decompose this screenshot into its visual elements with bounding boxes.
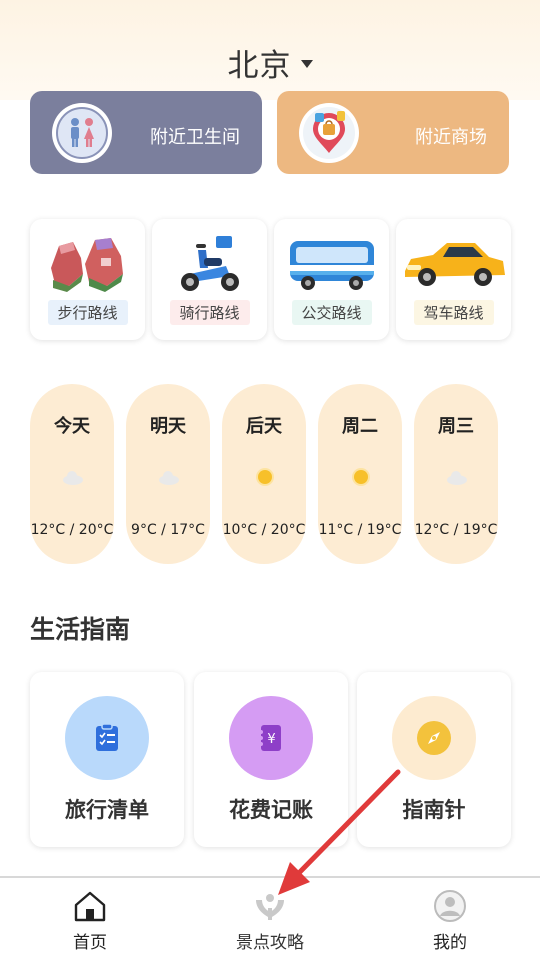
weather-card-today: 今天 12°C / 20°C <box>30 384 114 564</box>
weather-card-tomorrow: 明天 9°C / 17°C <box>126 384 210 564</box>
cloud-icon <box>63 471 83 485</box>
compass-icon <box>392 696 476 780</box>
cycling-route-card[interactable]: 骑行路线 <box>152 219 267 340</box>
mall-pin-icon <box>299 103 359 163</box>
tab-home-label: 首页 <box>73 933 107 953</box>
travel-checklist-card[interactable]: 旅行清单 <box>30 672 184 847</box>
svg-text:¥: ¥ <box>267 732 275 747</box>
sneakers-icon <box>30 225 145 301</box>
caret-down-icon <box>300 60 313 68</box>
nearby-restroom-card[interactable]: 附近卫生间 <box>30 91 262 174</box>
weather-temp: 10°C / 20°C <box>222 522 306 538</box>
home-icon <box>72 888 108 924</box>
profile-icon <box>432 888 468 924</box>
nearby-restroom-label: 附近卫生间 <box>150 127 240 148</box>
cloud-icon <box>447 471 467 485</box>
weather-card-tuesday: 周二 11°C / 19°C <box>318 384 402 564</box>
nearby-mall-card[interactable]: 附近商场 <box>277 91 509 174</box>
car-icon <box>396 225 511 301</box>
weather-temp: 12°C / 19°C <box>414 522 498 538</box>
tab-profile-label: 我的 <box>433 933 467 953</box>
weather-card-day-after: 后天 10°C / 20°C <box>222 384 306 564</box>
city-selector[interactable]: 北京 <box>0 40 540 84</box>
tab-attractions[interactable]: 景点攻略 <box>180 878 360 960</box>
weather-temp: 11°C / 19°C <box>318 522 402 538</box>
bus-route-card[interactable]: 公交路线 <box>274 219 389 340</box>
weather-temp: 12°C / 20°C <box>30 522 114 538</box>
restroom-icon <box>52 103 112 163</box>
life-guide-title: 生活指南 <box>30 615 131 644</box>
weather-day-label: 明天 <box>150 416 186 437</box>
weather-card-wednesday: 周三 12°C / 19°C <box>414 384 498 564</box>
cycling-route-label: 骑行路线 <box>169 300 250 325</box>
scooter-icon <box>152 225 267 301</box>
weather-day-label: 今天 <box>54 416 90 437</box>
weather-temp: 9°C / 17°C <box>131 522 205 538</box>
attractions-icon <box>252 888 288 924</box>
city-name: 北京 <box>227 47 292 84</box>
weather-day-label: 周三 <box>438 416 474 437</box>
bus-route-label: 公交路线 <box>291 300 372 325</box>
bottom-tab-bar: 首页 景点攻略 我的 <box>0 876 540 960</box>
walking-route-label: 步行路线 <box>47 300 128 325</box>
cloud-icon <box>159 471 179 485</box>
walking-route-card[interactable]: 步行路线 <box>30 219 145 340</box>
compass-card[interactable]: 指南针 <box>357 672 511 847</box>
weather-day-label: 后天 <box>246 416 282 437</box>
sun-icon <box>352 468 370 486</box>
sun-icon <box>256 468 274 486</box>
ledger-icon: ¥ <box>229 696 313 780</box>
driving-route-label: 驾车路线 <box>413 300 494 325</box>
tab-attractions-label: 景点攻略 <box>236 933 304 953</box>
driving-route-card[interactable]: 驾车路线 <box>396 219 511 340</box>
checklist-icon <box>65 696 149 780</box>
travel-checklist-label: 旅行清单 <box>65 798 149 822</box>
tab-home[interactable]: 首页 <box>0 878 180 960</box>
tab-profile[interactable]: 我的 <box>360 878 540 960</box>
expense-ledger-label: 花费记账 <box>229 798 313 822</box>
expense-ledger-card[interactable]: ¥ 花费记账 <box>194 672 348 847</box>
nearby-mall-label: 附近商场 <box>415 127 487 148</box>
compass-label: 指南针 <box>402 798 466 822</box>
weather-day-label: 周二 <box>342 416 378 437</box>
bus-icon <box>274 225 389 301</box>
